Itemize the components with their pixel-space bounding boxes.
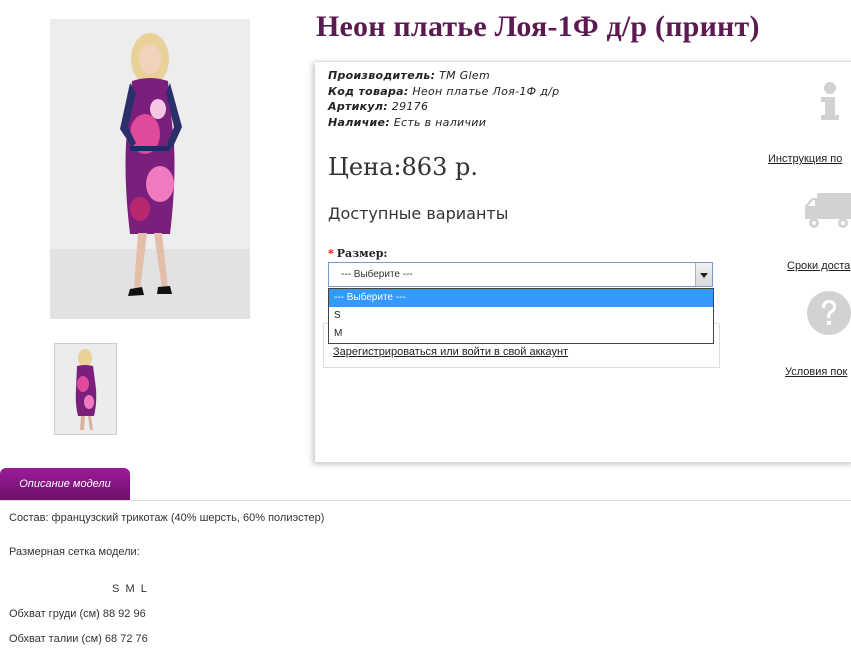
product-title: Неон платье Лоя-1Ф д/р (принт): [316, 10, 760, 43]
question-icon[interactable]: [806, 290, 851, 335]
availability-value: Есть в наличии: [393, 116, 487, 129]
info-icon[interactable]: [808, 78, 851, 122]
size-label: * Размер:: [328, 247, 388, 260]
size-grid-title: Размерная сетка модели:: [9, 546, 140, 558]
manufacturer-value[interactable]: ТМ Glem: [439, 69, 490, 82]
sku-label: Артикул:: [328, 100, 388, 113]
tab-divider: [0, 500, 851, 501]
size-option[interactable]: --- Выберите ---: [329, 289, 713, 307]
product-price: Цена:863 р.: [328, 153, 478, 181]
sku-value: 29176: [391, 100, 429, 113]
manufacturer-row: Производитель: ТМ Glem: [328, 69, 490, 82]
availability-row: Наличие: Есть в наличии: [328, 116, 486, 129]
sku-row: Артикул: 29176: [328, 100, 428, 113]
delivery-terms-link[interactable]: Сроки доста: [787, 260, 850, 272]
product-code-row: Код товара: Неон платье Лоя-1Ф д/р: [328, 85, 559, 98]
purchase-terms-link[interactable]: Условия пок: [785, 366, 847, 378]
product-code-value: Неон платье Лоя-1Ф д/р: [412, 85, 560, 98]
availability-label: Наличие:: [328, 116, 390, 129]
product-code-label: Код товара:: [328, 85, 409, 98]
size-label-text: Размер:: [336, 247, 388, 260]
size-grid-header: S M L: [112, 583, 147, 595]
size-select[interactable]: --- Выберите ---: [328, 262, 713, 287]
tab-description[interactable]: Описание модели: [0, 468, 130, 501]
size-option[interactable]: M: [329, 325, 713, 343]
manufacturer-label: Производитель:: [328, 69, 436, 82]
product-main-image[interactable]: [50, 19, 250, 319]
product-thumbnail[interactable]: [54, 343, 117, 435]
instruction-link[interactable]: Инструкция по: [768, 153, 842, 165]
size-option[interactable]: S: [329, 307, 713, 325]
bust-row: Обхват груди (см) 88 92 96: [9, 608, 146, 620]
chevron-down-icon[interactable]: [695, 263, 712, 286]
composition-text: Состав: французский трикотаж (40% шерсть…: [9, 512, 325, 524]
size-dropdown-list[interactable]: --- Выберите --- S M: [328, 288, 714, 344]
required-marker: *: [328, 247, 334, 260]
login-register-link[interactable]: Зарегистрироваться или войти в свой акка…: [333, 346, 568, 358]
variants-heading: Доступные варианты: [328, 204, 509, 223]
waist-row: Обхват талии (см) 68 72 76: [9, 633, 148, 645]
truck-icon[interactable]: [805, 188, 851, 232]
product-info-panel: Производитель: ТМ Glem Код товара: Неон …: [315, 61, 851, 462]
size-select-value: --- Выберите ---: [341, 269, 413, 280]
